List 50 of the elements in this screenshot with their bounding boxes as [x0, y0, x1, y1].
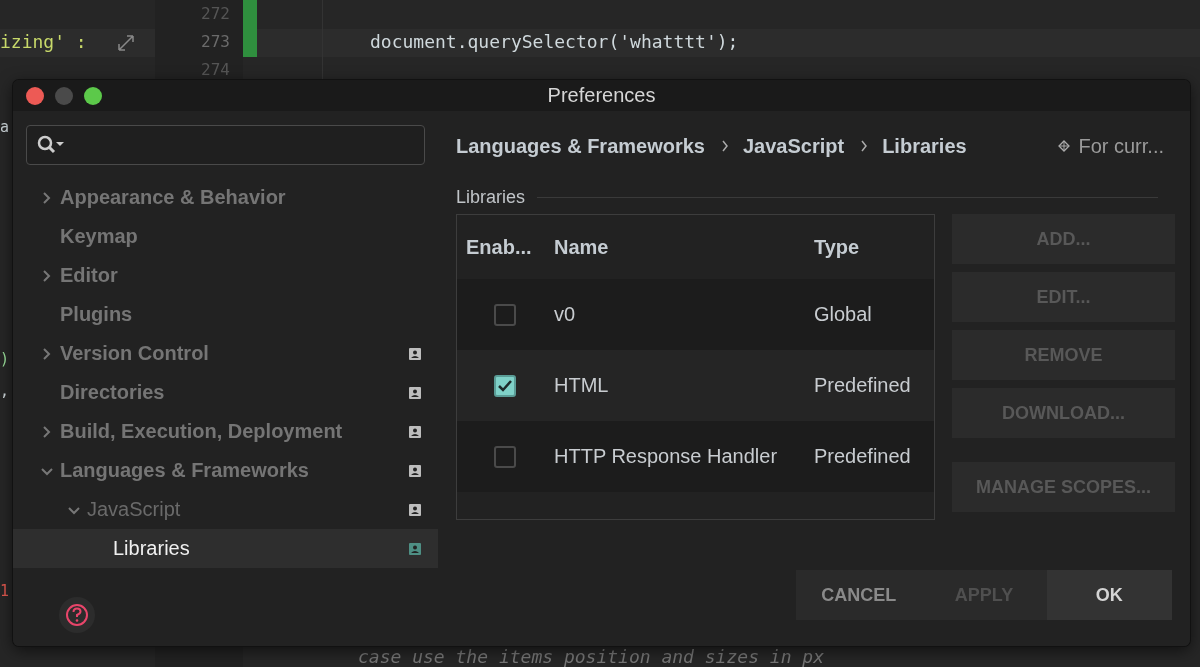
table-cell-text: v0	[554, 303, 577, 326]
minimize-button[interactable]	[55, 86, 73, 105]
table-cell-text: HTTP Response Handler	[554, 445, 779, 468]
settings-item[interactable]: Editor	[60, 264, 118, 287]
close-button[interactable]	[26, 86, 44, 105]
checkbox[interactable]	[494, 374, 516, 397]
search-icon[interactable]	[37, 135, 65, 155]
settings-item[interactable]: Libraries	[113, 537, 190, 560]
dialog-button[interactable]: CANCEL	[796, 570, 922, 620]
zoom-button[interactable]	[84, 86, 102, 105]
code-text: 1	[0, 582, 10, 600]
breadcrumb-item: Libraries	[882, 134, 967, 158]
column-header[interactable]: Enab...	[457, 235, 554, 259]
column-header[interactable]: Type	[814, 235, 934, 259]
settings-item[interactable]: Languages & Frameworks	[60, 459, 309, 482]
window-title: Preferences	[547, 84, 656, 107]
settings-item[interactable]: Appearance & Behavior	[60, 186, 286, 209]
code-text: ,	[0, 382, 10, 400]
scope-note: For curr...	[1078, 134, 1164, 158]
section-title: Libraries	[456, 186, 526, 208]
search-field[interactable]	[26, 125, 425, 165]
line-number: 273	[200, 32, 230, 51]
settings-item[interactable]: Directories	[60, 381, 165, 404]
checkbox[interactable]	[494, 303, 516, 326]
code-text: izing' :	[0, 31, 87, 52]
scope-icon	[1058, 140, 1071, 152]
table-cell-text: Predefined	[814, 374, 912, 397]
settings-item[interactable]: Version Control	[60, 342, 209, 365]
settings-item[interactable]: JavaScript	[87, 498, 181, 521]
help-icon	[65, 603, 89, 627]
breadcrumb-separator-icon	[720, 139, 729, 153]
dialog-button[interactable]: OK	[1046, 570, 1172, 620]
table-cell-text: HTML	[554, 374, 610, 397]
breadcrumb-item: JavaScript	[742, 134, 845, 158]
code-text: case use the items position and sizes in px	[358, 646, 824, 667]
code-text: document.querySelector('whatttt');	[370, 31, 739, 52]
change-marker	[243, 0, 257, 57]
help-button[interactable]	[59, 597, 95, 633]
resize-arrow-icon	[115, 33, 137, 53]
breadcrumb-separator-icon	[860, 139, 869, 153]
table-cell-text: Predefined	[814, 445, 912, 468]
settings-item[interactable]: Keymap	[60, 225, 138, 248]
code-text: a	[0, 118, 10, 136]
column-header[interactable]: Name	[554, 235, 814, 259]
breadcrumb-item: Languages & Frameworks	[456, 134, 705, 158]
settings-item[interactable]: Plugins	[60, 303, 133, 326]
settings-item[interactable]: Build, Execution, Deployment	[60, 420, 343, 443]
code-text: )	[0, 350, 10, 368]
checkbox[interactable]	[494, 445, 516, 468]
table-cell-text: Global	[814, 303, 873, 326]
